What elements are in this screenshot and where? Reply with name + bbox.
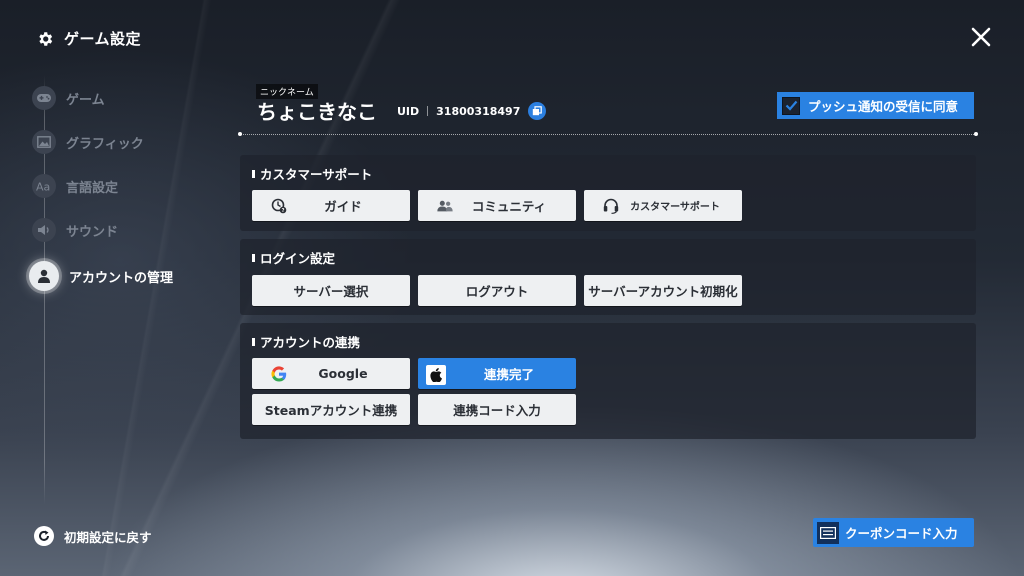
sidebar-item-language[interactable]: Aa 言語設定 [32, 174, 118, 198]
uid-separator [427, 106, 429, 116]
google-icon [270, 365, 288, 383]
google-link-button[interactable]: Google [252, 358, 410, 389]
reset-defaults-button[interactable]: 初期設定に戻す [34, 526, 152, 546]
checkmark-icon [785, 100, 797, 111]
link-code-input-label: 連携コード入力 [453, 403, 541, 418]
community-button[interactable]: コミュニティ [418, 190, 576, 221]
logout-button[interactable]: ログアウト [418, 275, 576, 306]
apple-link-complete-button[interactable]: 連携完了 [418, 358, 576, 389]
customer-support-label: カスタマーサポート [630, 202, 720, 213]
user-icon [29, 261, 59, 291]
steam-link-button[interactable]: Steamアカウント連携 [252, 394, 410, 425]
coupon-icon [817, 521, 839, 544]
refresh-icon [34, 526, 54, 546]
sidebar-item-graphics[interactable]: グラフィック [32, 130, 144, 154]
gamepad-icon [32, 86, 56, 110]
sidebar-item-game[interactable]: ゲーム [32, 86, 105, 110]
community-label: コミュニティ [471, 199, 547, 214]
push-notification-toggle[interactable]: プッシュ通知の受信に同意 [777, 92, 974, 119]
svg-text:Aa: Aa [36, 181, 50, 193]
panel-account-link: アカウントの連携 Google 連携完了 Steamアカウント連携 連携コード入… [240, 323, 976, 439]
guide-label: ガイド [324, 199, 362, 214]
gear-icon [39, 31, 53, 46]
logout-label: ログアウト [465, 284, 529, 299]
sidebar-item-label: 言語設定 [66, 180, 119, 196]
sidebar-item-label: ゲーム [66, 92, 105, 108]
section-title: アカウントの連携 [252, 332, 360, 351]
font-aa-icon: Aa [32, 174, 56, 198]
server-select-label: サーバー選択 [293, 284, 369, 299]
section-title: カスタマーサポート [252, 164, 372, 183]
image-icon [32, 130, 56, 154]
push-notification-label: プッシュ通知の受信に同意 [808, 99, 959, 114]
guide-icon: ? [270, 197, 288, 215]
panel-login-settings: ログイン設定 サーバー選択 ログアウト サーバーアカウント初期化 [240, 239, 976, 315]
page-title: ゲーム設定 [36, 28, 141, 49]
sidebar-item-label: アカウントの管理 [69, 270, 174, 286]
coupon-code-label: クーポンコード入力 [845, 526, 958, 541]
apple-icon [426, 365, 446, 385]
section-title: ログイン設定 [252, 248, 335, 267]
svg-text:?: ? [282, 208, 285, 214]
google-label: Google [318, 366, 368, 381]
server-select-button[interactable]: サーバー選択 [252, 275, 410, 306]
close-icon[interactable] [970, 26, 992, 48]
push-checkbox[interactable] [782, 96, 800, 115]
uid-display: UID 31800318497 [397, 102, 547, 120]
link-code-input-button[interactable]: 連携コード入力 [418, 394, 576, 425]
sidebar-item-label: グラフィック [66, 136, 144, 152]
nickname: ちょこきなこ [257, 100, 377, 124]
page-title-text: ゲーム設定 [64, 30, 142, 48]
speaker-icon [32, 218, 56, 242]
panel-customer-support: カスタマーサポート ? ガイド コミュニティ カスタマーサポート [240, 155, 976, 231]
server-account-reset-button[interactable]: サーバーアカウント初期化 [584, 275, 742, 306]
guide-button[interactable]: ? ガイド [252, 190, 410, 221]
sidebar-item-account[interactable]: アカウントの管理 [29, 261, 174, 291]
headset-icon [602, 197, 620, 215]
coupon-code-button[interactable]: クーポンコード入力 [813, 518, 974, 547]
customer-support-button[interactable]: カスタマーサポート [584, 190, 742, 221]
copy-uid-button[interactable] [528, 102, 547, 120]
uid-label: UID [397, 104, 420, 118]
users-icon [436, 197, 454, 215]
sidebar-item-label: サウンド [66, 224, 119, 240]
profile-divider [238, 132, 978, 136]
sidebar-item-sound[interactable]: サウンド [32, 218, 118, 242]
steam-link-label: Steamアカウント連携 [264, 403, 398, 418]
apple-link-complete-label: 連携完了 [483, 367, 534, 382]
reset-defaults-label: 初期設定に戻す [64, 529, 152, 545]
server-account-reset-label: サーバーアカウント初期化 [588, 284, 738, 299]
uid-value: 31800318497 [436, 104, 521, 118]
copy-icon [533, 106, 543, 116]
